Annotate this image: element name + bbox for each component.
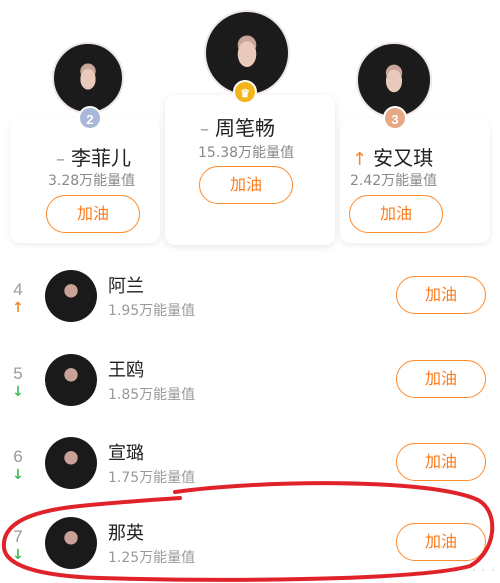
list-item: 4 ↑ 阿兰 1.95万能量值 加油 — [0, 258, 500, 338]
avatar[interactable] — [45, 270, 97, 322]
list-item: 5 ↓ 王鸥 1.85万能量值 加油 — [0, 342, 500, 422]
crown-icon: ♛ — [233, 80, 257, 104]
trend-down-icon: ↓ — [12, 384, 24, 400]
rank-number: 4 — [13, 280, 23, 299]
rank-number: 6 — [13, 447, 23, 466]
cheer-button[interactable]: 加油 — [396, 360, 486, 398]
first-place-name: – 周笔畅 — [200, 116, 275, 140]
artist-name: 王鸥 — [108, 360, 144, 381]
list-item: 7 ↓ 那英 1.25万能量值 加油 — [0, 505, 500, 583]
artist-name: 阿兰 — [108, 276, 144, 297]
avatar[interactable] — [45, 354, 97, 406]
cheer-button-second[interactable]: 加油 — [46, 195, 140, 233]
avatar[interactable] — [52, 42, 124, 114]
rank-number: 7 — [13, 527, 23, 546]
first-place-energy: 15.38万能量值 — [198, 145, 295, 161]
rank-badge-3: 3 — [383, 106, 407, 130]
trend-down-icon: ↓ — [12, 547, 24, 563]
cheer-button[interactable]: 加油 — [396, 276, 486, 314]
list-item: 6 ↓ 宣璐 1.75万能量值 加油 — [0, 425, 500, 505]
energy-value: 1.25万能量值 — [108, 550, 196, 566]
watermark-dots: · · · · — [462, 563, 496, 577]
trend-down-icon: ↓ — [12, 467, 24, 483]
leaderboard-podium: 2 – 李菲儿 3.28万能量值 加油 ♛ – 周笔畅 15.38万能量值 加油 3… — [0, 0, 500, 250]
rank-badge-2: 2 — [78, 106, 102, 130]
third-place-name: ↑ 安又琪 — [352, 146, 434, 170]
artist-name: 宣璐 — [108, 443, 144, 464]
third-place-energy: 2.42万能量值 — [350, 173, 438, 189]
cheer-button[interactable]: 加油 — [396, 443, 486, 481]
rank-number: 5 — [13, 364, 23, 383]
artist-name: 那英 — [108, 523, 144, 544]
energy-value: 1.85万能量值 — [108, 387, 196, 403]
energy-value: 1.95万能量值 — [108, 303, 196, 319]
second-place-energy: 3.28万能量值 — [48, 173, 136, 189]
second-place-name: – 李菲儿 — [56, 146, 131, 170]
avatar[interactable] — [45, 437, 97, 489]
trend-up-icon: ↑ — [12, 300, 24, 316]
cheer-button-third[interactable]: 加油 — [349, 195, 443, 233]
cheer-button[interactable]: 加油 — [396, 523, 486, 561]
energy-value: 1.75万能量值 — [108, 470, 196, 486]
cheer-button-first[interactable]: 加油 — [199, 166, 293, 204]
avatar[interactable] — [45, 517, 97, 569]
